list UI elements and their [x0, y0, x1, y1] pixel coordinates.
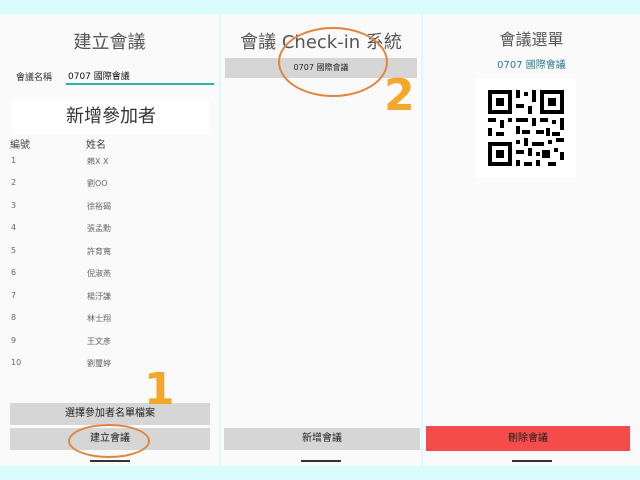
meeting-name: 0707 國際會議: [497, 60, 566, 71]
meeting-name-input[interactable]: [66, 67, 214, 85]
page-title: 建立會議: [73, 32, 146, 53]
participant-number: 7: [11, 291, 17, 300]
delete-meeting-button[interactable]: 刪除會議: [426, 426, 630, 451]
column-header-number: 編號: [10, 140, 30, 151]
participant-number: 10: [11, 358, 22, 367]
participant-name: 林士翔: [87, 314, 111, 323]
annotation-ellipse-meeting-item: [278, 27, 388, 97]
participant-name: 劉璽婷: [87, 359, 111, 368]
participant-number: 1: [11, 156, 17, 165]
participant-number: 9: [11, 336, 17, 345]
annotation-step-2: 2: [384, 70, 415, 121]
list-item: 5 許育寬: [0, 246, 219, 260]
list-item: 8 林士翔: [0, 313, 219, 327]
list-item: 6 倪淑燕: [0, 268, 219, 282]
meeting-name-label: 會議名稱: [16, 73, 53, 83]
participant-name: 劉OO: [87, 179, 108, 188]
add-participants-header: 新增參加者: [12, 100, 210, 134]
meeting-menu-panel: 會議選單 0707 國際會議 刪除會議: [423, 14, 640, 466]
participant-number: 2: [11, 178, 17, 187]
participant-number: 3: [11, 201, 17, 210]
list-item: 2 劉OO: [0, 178, 219, 192]
participant-name: 王文彥: [87, 337, 111, 346]
qr-code-icon: [488, 90, 564, 166]
qr-code-icon: [476, 78, 576, 178]
list-item: 4 張孟勳: [0, 223, 219, 237]
gesture-nav-bar[interactable]: [301, 460, 341, 462]
participant-number: 8: [11, 313, 17, 322]
list-item: 3 徐裕碣: [0, 201, 219, 215]
annotation-step-1: 1: [144, 364, 175, 415]
page-title: 會議選單: [499, 30, 564, 49]
gesture-nav-bar[interactable]: [89, 460, 130, 462]
column-header-name: 姓名: [86, 140, 106, 151]
list-item: 9 王文彥: [0, 336, 219, 350]
list-item: 7 楊汙謙: [0, 291, 219, 305]
select-participant-file-button[interactable]: 選擇參加者名單檔案: [10, 403, 210, 425]
participant-name: 倪淑燕: [87, 269, 111, 278]
list-item: 10 劉璽婷: [0, 358, 219, 372]
participant-name: 楊汙謙: [87, 292, 111, 301]
annotation-ellipse-create-button: [68, 424, 150, 458]
participant-name: 張孟勳: [87, 224, 111, 233]
gesture-nav-bar[interactable]: [511, 460, 552, 462]
create-meeting-panel: 建立會議 會議名稱 新增參加者 編號 姓名 1 賴X X 2 劉OO 3 徐裕碣…: [0, 14, 219, 466]
add-meeting-button[interactable]: 新增會議: [224, 428, 420, 450]
participant-name: 徐裕碣: [87, 202, 111, 211]
participant-number: 6: [11, 268, 17, 277]
participant-number: 4: [11, 223, 17, 232]
list-item: 1 賴X X: [0, 156, 219, 170]
participant-name: 賴X X: [87, 157, 109, 166]
participant-number: 5: [11, 246, 17, 255]
participant-name: 許育寬: [87, 247, 111, 256]
